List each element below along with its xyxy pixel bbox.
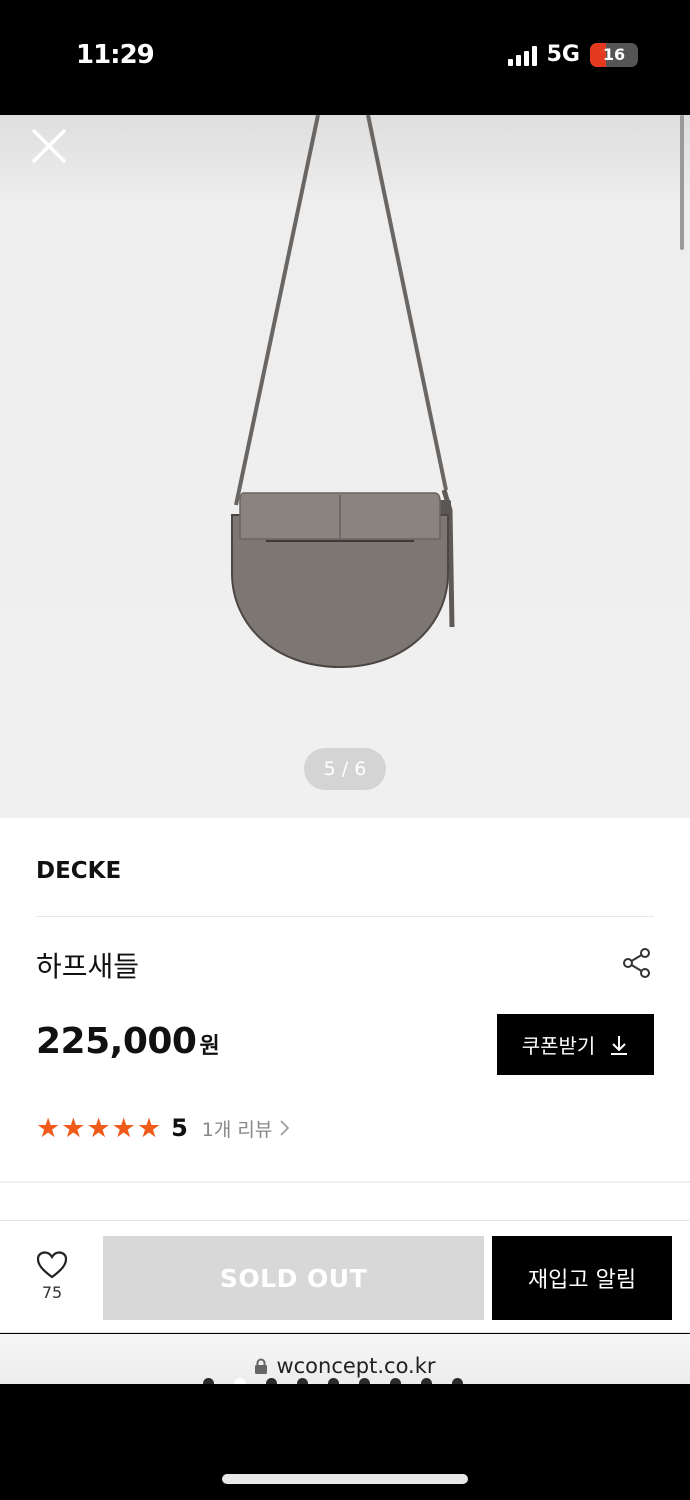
url-display[interactable]: wconcept.co.kr — [0, 1354, 690, 1378]
rating-row: ★ ★ ★ ★ ★ 5 1개 리뷰 — [36, 1114, 290, 1142]
status-bar: 11:29 5G 16 — [0, 0, 690, 115]
divider — [36, 916, 654, 917]
download-icon — [611, 1035, 628, 1055]
status-time: 11:29 — [76, 40, 155, 70]
product-info: DECKE 하프새들 225,000 원 쿠폰받기 ★ ★ ★ ★ ★ 5 1개… — [0, 818, 690, 1220]
battery-icon: 16 — [590, 42, 638, 67]
heart-icon — [37, 1251, 67, 1279]
review-link[interactable]: 1개 리뷰 — [202, 1115, 290, 1142]
star-icon: ★ — [86, 1112, 111, 1144]
restock-alert-button[interactable]: 재입고 알림 — [492, 1236, 672, 1320]
currency: 원 — [199, 1034, 220, 1059]
coupon-label: 쿠폰받기 — [521, 1034, 596, 1058]
product-image — [231, 115, 455, 669]
like-count: 75 — [41, 1283, 63, 1302]
price-row: 225,000 원 — [36, 1021, 220, 1062]
rating-value: 5 — [171, 1114, 188, 1142]
brand-name[interactable]: DECKE — [36, 858, 121, 884]
like-button[interactable]: 75 — [28, 1251, 76, 1309]
product-title: 하프새들 — [36, 950, 140, 983]
gallery-page-indicator: 5 / 6 — [304, 748, 386, 790]
price: 225,000 — [36, 1021, 197, 1062]
star-icon: ★ — [36, 1112, 61, 1144]
star-icon: ★ — [111, 1112, 136, 1144]
chevron-right-icon — [280, 1120, 290, 1136]
scroll-indicator — [680, 115, 684, 250]
browser-url-bar[interactable]: wconcept.co.kr — [0, 1334, 690, 1390]
share-icon[interactable] — [620, 946, 654, 980]
signal-icon — [507, 44, 537, 66]
home-indicator[interactable] — [222, 1474, 468, 1484]
network-type: 5G — [546, 42, 580, 67]
close-icon[interactable] — [28, 125, 70, 167]
url-text: wconcept.co.kr — [276, 1354, 436, 1378]
section-divider — [0, 1181, 690, 1183]
star-icon: ★ — [61, 1112, 86, 1144]
purchase-action-bar: 75 SOLD OUT 재입고 알림 — [0, 1220, 690, 1333]
review-count: 1개 리뷰 — [201, 1118, 273, 1141]
sold-out-button: SOLD OUT — [103, 1236, 484, 1320]
coupon-button[interactable]: 쿠폰받기 — [497, 1014, 654, 1075]
lock-icon — [255, 1358, 268, 1374]
product-image-gallery[interactable]: 5 / 6 — [0, 115, 690, 818]
battery-level: 16 — [602, 44, 626, 64]
rating-stars: ★ ★ ★ ★ ★ — [36, 1115, 161, 1142]
status-indicators: 5G 16 — [507, 42, 638, 67]
star-icon: ★ — [136, 1112, 162, 1144]
